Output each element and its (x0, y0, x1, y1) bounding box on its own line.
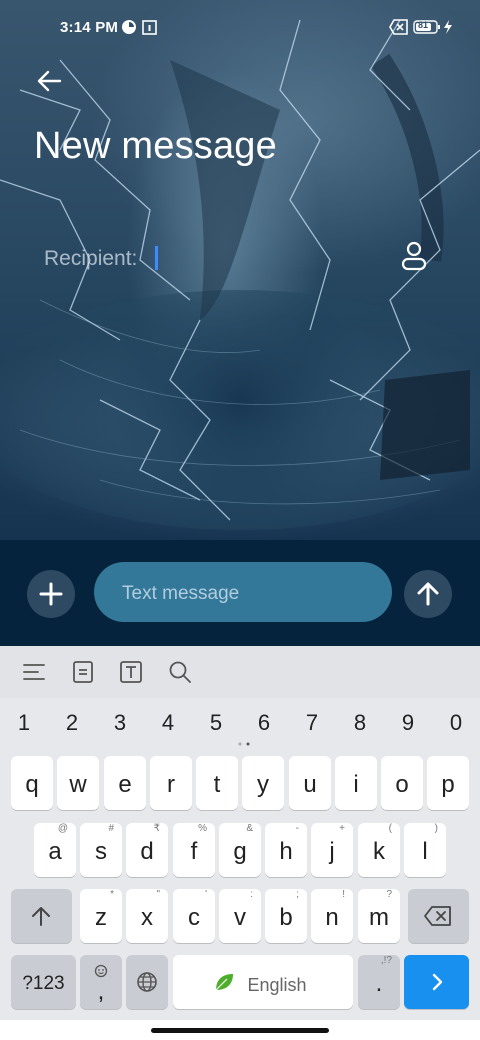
search-icon[interactable] (168, 660, 192, 684)
chevron-right-icon (432, 973, 443, 991)
key-0[interactable]: 0 (441, 710, 471, 736)
calendar-icon (142, 19, 157, 40)
keyboard-toolbar (0, 646, 480, 698)
key-i[interactable]: i (335, 756, 377, 810)
key-l[interactable]: ) l (404, 823, 446, 877)
key-y[interactable]: y (242, 756, 284, 810)
back-button[interactable] (30, 64, 70, 98)
globe-icon (137, 972, 157, 992)
key-s[interactable]: # s (80, 823, 122, 877)
shift-key[interactable] (11, 889, 72, 943)
key-z[interactable]: * z (80, 889, 122, 943)
key-p[interactable]: p (427, 756, 469, 810)
clipboard-icon[interactable] (71, 660, 95, 684)
key-9[interactable]: 9 (393, 710, 423, 736)
attach-button[interactable] (27, 570, 75, 618)
key-2[interactable]: 2 (57, 710, 87, 736)
text-cursor (155, 246, 158, 270)
page-title: New message (34, 125, 277, 167)
period-key[interactable]: ,!?. (358, 955, 400, 1009)
key-g[interactable]: & g (219, 823, 261, 877)
soft-keyboard: 1 2 3 4 5 6 7 8 9 0 q w e r t y u i o p … (0, 646, 480, 1040)
key-b[interactable]: ; b (265, 889, 307, 943)
plus-icon (39, 582, 63, 606)
key-u[interactable]: u (289, 756, 331, 810)
space-key[interactable]: English (173, 955, 353, 1009)
number-row: 1 2 3 4 5 6 7 8 9 0 (0, 704, 480, 744)
key-5[interactable]: 5 (201, 710, 231, 736)
key-7[interactable]: 7 (297, 710, 327, 736)
emoji-comma-key[interactable]: , (80, 955, 122, 1009)
key-k[interactable]: (k (358, 823, 400, 877)
gesture-nav-bar (0, 1020, 480, 1040)
key-1[interactable]: 1 (9, 710, 39, 736)
symbols-key[interactable]: ?123 (11, 955, 76, 1009)
recipient-label: Recipient: (44, 247, 138, 270)
key-o[interactable]: o (381, 756, 423, 810)
key-a[interactable]: @ a (34, 823, 76, 877)
recipient-field[interactable]: Recipient: (44, 240, 440, 280)
page-dots (238, 742, 250, 746)
contact-picker-button[interactable] (396, 240, 432, 274)
data-saver-icon (121, 19, 137, 40)
language-key[interactable] (126, 955, 168, 1009)
leaf-icon (215, 974, 233, 991)
contact-person-icon (401, 241, 427, 271)
key-f[interactable]: % f (173, 823, 215, 877)
go-key[interactable] (404, 955, 469, 1009)
message-input[interactable]: Text message (94, 562, 392, 622)
key-q[interactable]: q (11, 756, 53, 810)
message-placeholder: Text message (122, 583, 240, 604)
charging-icon (443, 19, 453, 40)
send-button[interactable] (404, 570, 452, 618)
key-j[interactable]: + j (311, 823, 353, 877)
key-6[interactable]: 6 (249, 710, 279, 736)
compose-bar: Text message (0, 540, 480, 646)
home-indicator[interactable] (151, 1028, 329, 1033)
key-e[interactable]: e (104, 756, 146, 810)
key-c[interactable]: ' c (173, 889, 215, 943)
key-x[interactable]: " x (126, 889, 168, 943)
key-m[interactable]: ? m (358, 889, 400, 943)
key-8[interactable]: 8 (345, 710, 375, 736)
key-n[interactable]: ! n (311, 889, 353, 943)
key-4[interactable]: 4 (153, 710, 183, 736)
back-arrow-icon (37, 70, 62, 92)
key-h[interactable]: -h (265, 823, 307, 877)
key-r[interactable]: r (150, 756, 192, 810)
backspace-icon (424, 906, 451, 926)
battery-level: 81 (418, 20, 429, 30)
backspace-key[interactable] (408, 889, 469, 943)
key-d[interactable]: ₹ d (126, 823, 168, 877)
status-bar: 3:14 PM 81 (0, 0, 480, 56)
send-arrow-icon (417, 582, 439, 606)
status-time: 3:14 PM (60, 19, 119, 36)
key-t[interactable]: t (196, 756, 238, 810)
shift-arrow-icon (32, 907, 50, 926)
sim-off-icon (389, 19, 409, 40)
key-w[interactable]: w (57, 756, 99, 810)
key-3[interactable]: 3 (105, 710, 135, 736)
key-v[interactable]: :v (219, 889, 261, 943)
menu-icon[interactable] (22, 660, 46, 684)
text-format-icon[interactable] (119, 660, 143, 684)
emoji-icon (94, 964, 108, 978)
